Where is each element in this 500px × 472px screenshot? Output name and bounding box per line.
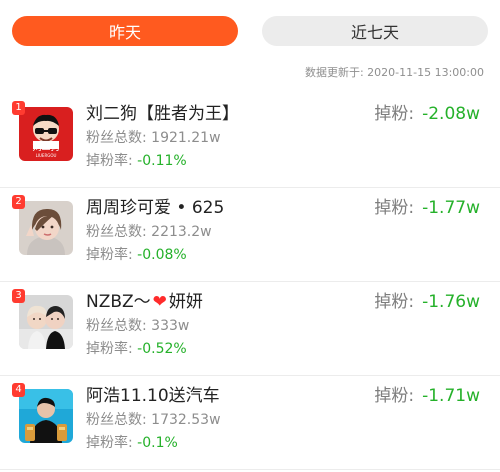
ranking-item[interactable]: 3 NZBZ～ ❤ 妍妍 粉丝总数: 333w 掉粉率: -0.52% 掉粉: … <box>0 282 500 376</box>
fans-total-label: 粉丝总数: <box>86 318 147 334</box>
fan-drop-value: -2.08w <box>422 104 480 124</box>
ranking-list: 1 刘二狗 LIUERGOU 刘二狗【胜者为王】 粉丝总数: 1921.21w … <box>0 94 500 470</box>
data-update-time: 数据更新于: 2020-11-15 13:00:00 <box>304 66 484 79</box>
fans-total-label: 粉丝总数: <box>86 224 147 240</box>
drop-rate: 掉粉率: -0.08% <box>86 245 187 265</box>
fans-total-label: 粉丝总数: <box>86 130 147 146</box>
avatar-woman-selfie-icon <box>19 201 73 255</box>
fan-drop-value: -1.71w <box>422 386 480 406</box>
fan-drop: 掉粉: -1.77w <box>374 196 480 220</box>
fan-drop-label: 掉粉: <box>374 386 415 406</box>
rank-badge: 1 <box>12 101 25 115</box>
fan-drop-label: 掉粉: <box>374 198 415 218</box>
fans-total-value: 1732.53w <box>151 412 221 428</box>
streamer-name: 周周珍可爱 • 625 <box>86 198 225 218</box>
ranking-item[interactable]: 2 周周珍可爱 • 625 粉丝总数: 2213.2w 掉粉率: -0.08% … <box>0 188 500 282</box>
fan-drop: 掉粉: -1.76w <box>374 290 480 314</box>
rank-badge: 3 <box>12 289 25 303</box>
fans-total-value: 333w <box>151 318 190 334</box>
tab-last-seven-days[interactable]: 近七天 <box>262 16 488 46</box>
fan-drop: 掉粉: -1.71w <box>374 384 480 408</box>
drop-rate-value: -0.11% <box>137 153 187 169</box>
fan-drop-value: -1.77w <box>422 198 480 218</box>
fans-total: 粉丝总数: 2213.2w <box>86 222 212 242</box>
fans-total: 粉丝总数: 1921.21w <box>86 128 221 148</box>
fans-total: 粉丝总数: 1732.53w <box>86 410 221 430</box>
drop-rate: 掉粉率: -0.11% <box>86 151 187 171</box>
streamer-name: 阿浩11.10送汽车 <box>86 386 220 406</box>
drop-rate: 掉粉率: -0.1% <box>86 433 178 453</box>
fan-drop-label: 掉粉: <box>374 104 415 124</box>
svg-text:刘二狗: 刘二狗 <box>32 141 59 153</box>
streamer-name: 刘二狗【胜者为王】 <box>86 104 239 124</box>
drop-rate-label: 掉粉率: <box>86 153 133 169</box>
fans-total-label: 粉丝总数: <box>86 412 147 428</box>
fan-loss-ranking-page: 昨天 近七天 数据更新于: 2020-11-15 13:00:00 1 刘二狗 … <box>0 0 500 472</box>
avatar-cartoon-sunglasses-icon: 刘二狗 LIUERGOU <box>19 107 73 161</box>
ranking-item[interactable]: 1 刘二狗 LIUERGOU 刘二狗【胜者为王】 粉丝总数: 1921.21w … <box>0 94 500 188</box>
fan-drop-label: 掉粉: <box>374 292 415 312</box>
drop-rate-value: -0.52% <box>137 341 187 357</box>
drop-rate-value: -0.08% <box>137 247 187 263</box>
fan-drop-value: -1.76w <box>422 292 480 312</box>
drop-rate: 掉粉率: -0.52% <box>86 339 187 359</box>
avatar-man-with-products-icon <box>19 389 73 443</box>
rank-badge: 4 <box>12 383 25 397</box>
fans-total-value: 2213.2w <box>151 224 212 240</box>
svg-text:LIUERGOU: LIUERGOU <box>36 153 57 158</box>
avatar-two-people-icon <box>19 295 73 349</box>
fans-total: 粉丝总数: 333w <box>86 316 189 336</box>
streamer-name: NZBZ～ ❤ 妍妍 <box>86 290 203 314</box>
streamer-name-suffix: 妍妍 <box>168 292 203 312</box>
drop-rate-label: 掉粉率: <box>86 435 133 451</box>
heart-icon: ❤ <box>152 292 167 312</box>
fan-drop: 掉粉: -2.08w <box>374 102 480 126</box>
drop-rate-value: -0.1% <box>137 435 178 451</box>
tab-yesterday[interactable]: 昨天 <box>12 16 238 46</box>
fans-total-value: 1921.21w <box>151 130 221 146</box>
drop-rate-label: 掉粉率: <box>86 247 133 263</box>
rank-badge: 2 <box>12 195 25 209</box>
period-tabs: 昨天 近七天 <box>12 16 488 46</box>
drop-rate-label: 掉粉率: <box>86 341 133 357</box>
streamer-name-prefix: NZBZ～ <box>86 292 151 312</box>
ranking-item[interactable]: 4 阿浩11.10送汽车 粉丝总数: 1732.53w 掉粉率: -0.1% 掉… <box>0 376 500 470</box>
